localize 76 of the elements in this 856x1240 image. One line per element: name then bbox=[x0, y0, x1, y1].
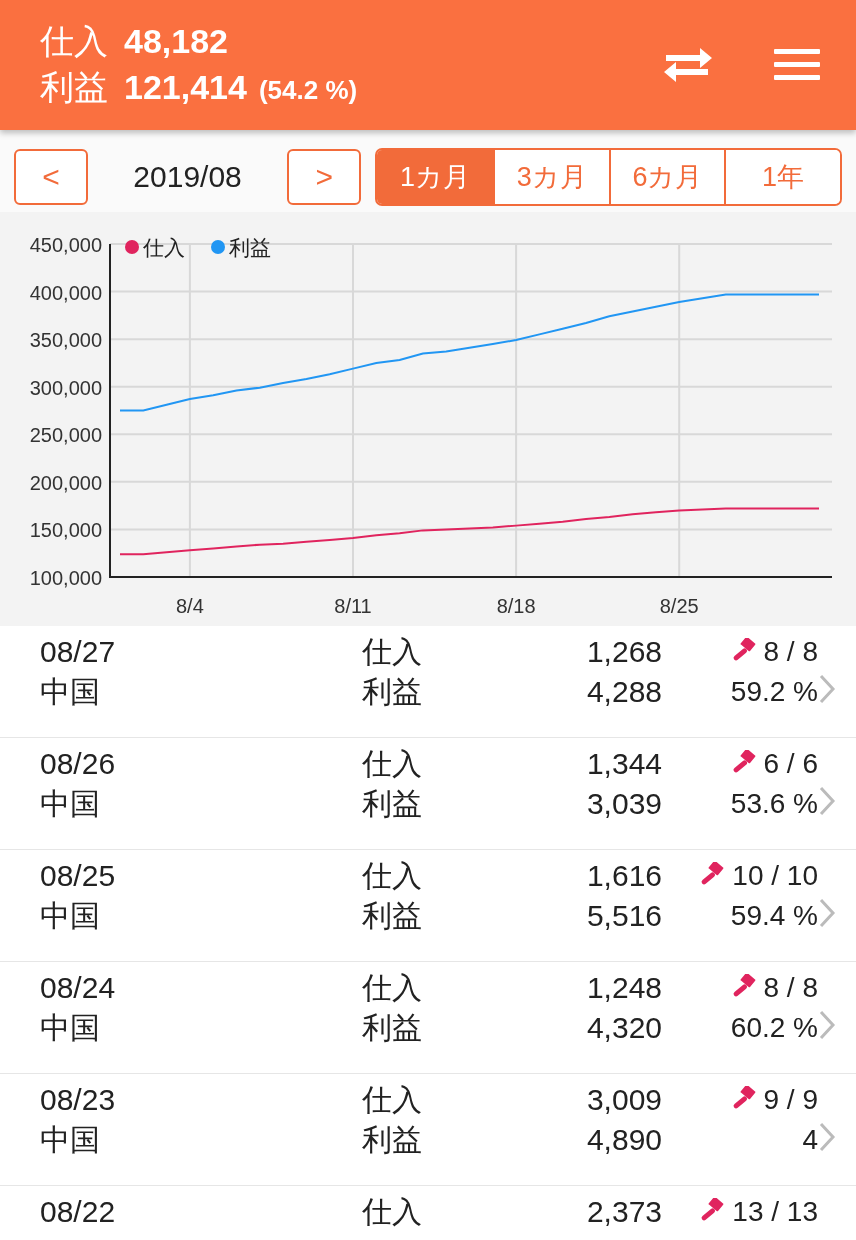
date: 08/26 bbox=[40, 746, 117, 782]
day-row[interactable]: 08/26 仕入 1,344 6 / 6 中国 利益 3,039 53.6 % bbox=[0, 738, 856, 850]
purchase-amount: 1,344 bbox=[585, 746, 662, 782]
profit-amount: 5,516 bbox=[585, 898, 662, 934]
date: 08/24 bbox=[40, 970, 117, 1006]
region: 中国 bbox=[40, 1010, 101, 1046]
purchase-label: 仕入 bbox=[40, 21, 108, 62]
legend-label: 利益 bbox=[229, 236, 271, 259]
chevron-right-icon bbox=[818, 785, 836, 817]
profit-amount: 4,320 bbox=[585, 1010, 662, 1046]
profit-margin: 60.2 % bbox=[729, 1011, 818, 1045]
day-row[interactable]: 08/25 仕入 1,616 10 / 10 中国 利益 5,516 59.4 % bbox=[0, 850, 856, 962]
purchase-amount: 2,373 bbox=[585, 1194, 662, 1230]
purchase-amount: 1,268 bbox=[585, 634, 662, 670]
purchase-label: 仕入 bbox=[362, 858, 423, 894]
menu-icon[interactable] bbox=[774, 49, 820, 81]
purchase-label: 仕入 bbox=[362, 970, 423, 1006]
purchase-label: 仕入 bbox=[362, 1082, 423, 1118]
region: 中国 bbox=[40, 786, 101, 822]
y-axis-label: 300,000 bbox=[29, 376, 102, 399]
day-row[interactable]: 08/22 仕入 2,373 13 / 13 bbox=[0, 1186, 856, 1240]
region: 中国 bbox=[40, 1122, 101, 1158]
date: 08/27 bbox=[40, 634, 117, 670]
chevron-right-icon bbox=[818, 1009, 836, 1041]
item-count: 9 / 9 bbox=[763, 1083, 818, 1117]
purchase-label: 仕入 bbox=[362, 746, 423, 782]
month-label: 2019/08 bbox=[132, 160, 243, 194]
x-axis-label: 8/18 bbox=[496, 595, 536, 617]
purchase-label: 仕入 bbox=[362, 1194, 423, 1230]
item-count: 8 / 8 bbox=[763, 971, 818, 1005]
region: 中国 bbox=[40, 898, 101, 934]
profit-total: 121,414 bbox=[124, 68, 247, 107]
y-axis-label: 450,000 bbox=[29, 234, 102, 256]
profit-margin: 59.4 % bbox=[729, 899, 818, 933]
profit-margin: 59.2 % bbox=[729, 675, 818, 709]
item-count: 6 / 6 bbox=[763, 747, 818, 781]
item-count: 8 / 8 bbox=[763, 635, 818, 669]
y-axis-label: 100,000 bbox=[29, 567, 102, 589]
purchase-label: 仕入 bbox=[362, 634, 423, 670]
x-axis-label: 8/25 bbox=[659, 595, 699, 617]
x-axis-label: 8/11 bbox=[334, 595, 372, 617]
y-axis-label: 150,000 bbox=[29, 519, 102, 542]
profit-label: 利益 bbox=[362, 1010, 423, 1046]
profit-amount: 4,890 bbox=[585, 1122, 662, 1158]
date: 08/23 bbox=[40, 1082, 117, 1118]
date: 08/25 bbox=[40, 858, 117, 894]
chevron-right-icon bbox=[818, 897, 836, 929]
profit-amount: 4,288 bbox=[585, 674, 662, 710]
day-row[interactable]: 08/24 仕入 1,248 8 / 8 中国 利益 4,320 60.2 % bbox=[0, 962, 856, 1074]
x-axis-label: 8/4 bbox=[176, 595, 204, 617]
profit-amount: 3,039 bbox=[585, 786, 662, 822]
profit-margin: 53.6 % bbox=[729, 787, 818, 821]
profit-label: 利益 bbox=[40, 67, 108, 108]
legend-label: 仕入 bbox=[143, 236, 185, 259]
chevron-right-icon bbox=[818, 1121, 836, 1153]
y-axis-label: 200,000 bbox=[29, 471, 102, 494]
purchase-amount: 3,009 bbox=[585, 1082, 662, 1118]
profit-margin: 4 bbox=[801, 1123, 818, 1157]
profit-margin: (54.2 %) bbox=[258, 75, 358, 106]
purchase-amount: 1,616 bbox=[585, 858, 662, 894]
day-row[interactable]: 08/23 仕入 3,009 9 / 9 中国 利益 4,890 4 bbox=[0, 1074, 856, 1186]
purchase-total: 48,182 bbox=[124, 22, 229, 61]
y-axis-label: 250,000 bbox=[29, 424, 102, 447]
y-axis-label: 350,000 bbox=[29, 329, 102, 352]
y-axis-label: 400,000 bbox=[29, 281, 102, 304]
date: 08/22 bbox=[40, 1194, 117, 1230]
purchase-amount: 1,248 bbox=[585, 970, 662, 1006]
profit-label: 利益 bbox=[362, 786, 423, 822]
profit-label: 利益 bbox=[362, 898, 423, 934]
item-count: 10 / 10 bbox=[732, 859, 818, 893]
chevron-right-icon bbox=[818, 673, 836, 705]
day-row[interactable]: 08/27 仕入 1,268 8 / 8 中国 利益 4,288 59.2 % bbox=[0, 626, 856, 738]
profit-label: 利益 bbox=[362, 674, 423, 710]
profit-label: 利益 bbox=[362, 1122, 423, 1158]
item-count: 13 / 13 bbox=[732, 1195, 818, 1229]
region: 中国 bbox=[40, 674, 101, 710]
